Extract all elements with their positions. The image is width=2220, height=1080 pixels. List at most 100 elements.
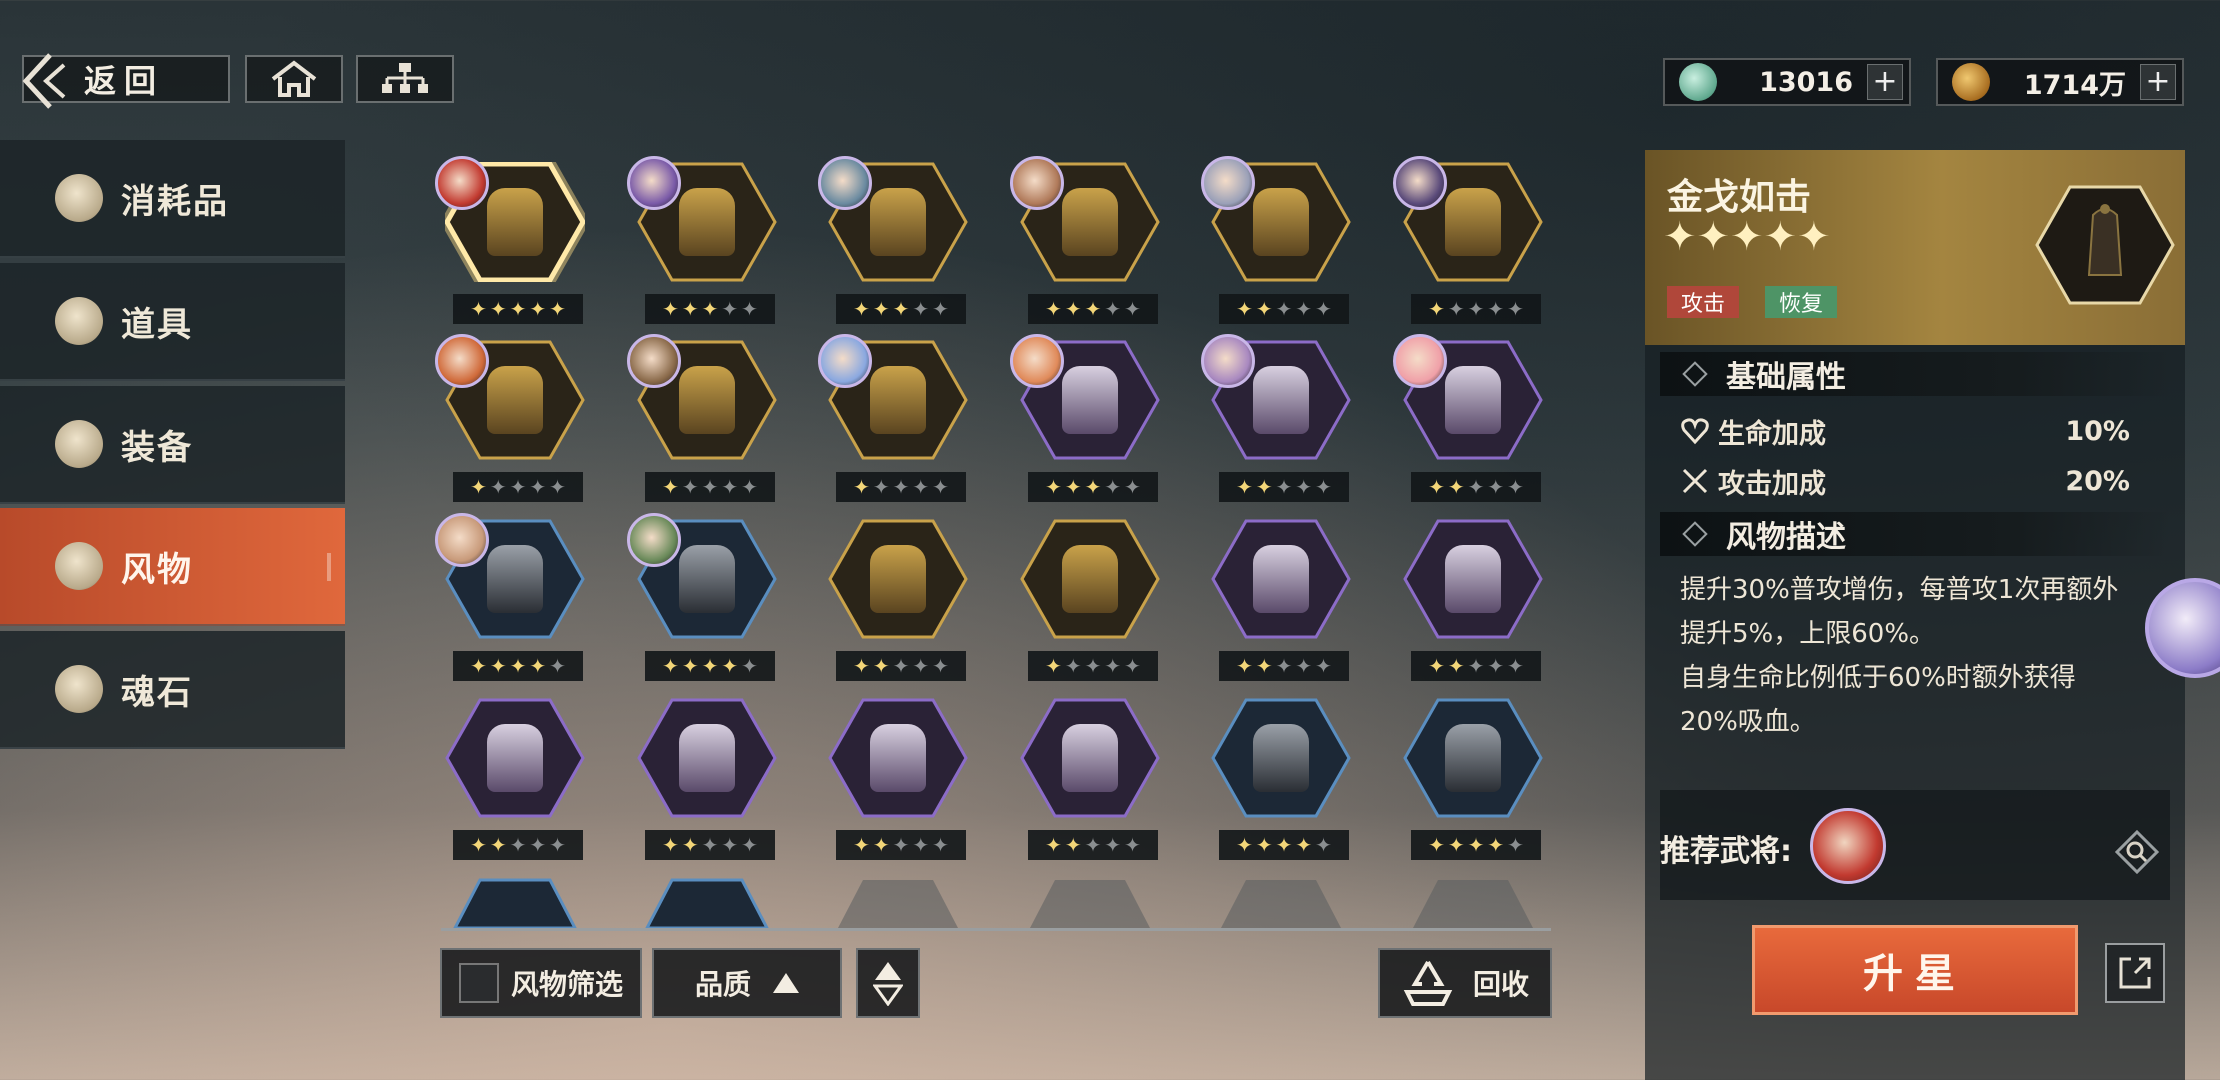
star-empty-icon: ✦ — [721, 297, 739, 321]
artifact-item[interactable]: ✦ ✦ ✦ ✦ ✦ — [627, 156, 777, 324]
star-filled-icon: ✦ — [701, 297, 719, 321]
artifact-item[interactable]: ✦ ✦ ✦ ✦ ✦ — [828, 698, 968, 860]
star-empty-icon: ✦ — [701, 833, 719, 857]
crossed-swords-icon — [1682, 468, 1708, 494]
artifact-item[interactable]: ✦ ✦ ✦ ✦ ✦ — [1211, 519, 1351, 681]
artifact-item[interactable]: ✦ ✦ ✦ ✦ ✦ — [818, 334, 968, 502]
search-icon[interactable] — [2115, 830, 2159, 874]
star-empty-icon: ✦ — [1315, 654, 1332, 678]
share-button[interactable] — [2105, 943, 2165, 1003]
artifact-item[interactable]: ✦ ✦ ✦ ✦ ✦ — [627, 334, 777, 502]
artifact-item-partial[interactable] — [637, 878, 777, 930]
sidebar-item-props[interactable]: 道具 — [0, 263, 345, 381]
star-empty-icon: ✦ — [1315, 297, 1332, 321]
artifact-item[interactable]: ✦ ✦ ✦ ✦ ✦ — [445, 698, 585, 860]
star-empty-icon: ✦ — [741, 475, 758, 499]
star-empty-icon: ✦ — [509, 475, 527, 499]
add-jade-button[interactable]: + — [1867, 64, 1903, 100]
filter-checkbox[interactable] — [458, 963, 499, 1003]
heart-icon — [1681, 418, 1709, 445]
star-empty-icon: ✦ — [1487, 654, 1505, 678]
artifact-item[interactable]: ✦ ✦ ✦ ✦ ✦ — [818, 156, 968, 324]
recommended-general-avatar[interactable] — [1810, 808, 1886, 884]
star-empty-icon: ✦ — [912, 833, 930, 857]
home-button[interactable] — [245, 55, 343, 103]
star-filled-icon: ✦ — [1084, 297, 1102, 321]
jade-amount: 13016 — [1759, 66, 1853, 98]
artifact-item-partial[interactable] — [828, 878, 968, 928]
artifact-item-partial[interactable] — [1403, 878, 1543, 928]
item-frame — [1413, 880, 1533, 928]
artifact-filter-button[interactable]: 风物筛选 — [440, 948, 642, 1018]
artifact-image — [679, 188, 735, 256]
artifact-image — [487, 545, 543, 613]
artifact-item[interactable]: ✦ ✦ ✦ ✦ ✦ — [1393, 156, 1543, 324]
artifact-item[interactable]: ✦ ✦ ✦ ✦ ✦ — [1010, 334, 1160, 502]
item-frame — [644, 878, 770, 930]
star-filled-icon: ✦ — [701, 654, 719, 678]
hierarchy-button[interactable] — [356, 55, 454, 103]
star-empty-icon: ✦ — [1507, 833, 1524, 857]
artifact-item[interactable]: ✦ ✦ ✦ ✦ ✦ — [435, 513, 585, 681]
owner-avatar — [1201, 156, 1255, 210]
artifact-image — [679, 724, 735, 792]
artifact-image — [487, 366, 543, 434]
owner-avatar — [1010, 156, 1064, 210]
star-filled-icon: ✦ — [1295, 833, 1313, 857]
star-empty-icon: ✦ — [1275, 654, 1293, 678]
artifact-item[interactable]: ✦ ✦ ✦ ✦ ✦ — [1010, 156, 1160, 324]
item-frame — [838, 880, 958, 928]
jade-icon — [1679, 63, 1717, 101]
star-filled-icon: ✦ — [872, 297, 890, 321]
sort-order-toggle[interactable] — [856, 948, 920, 1018]
sidebar-item-consumables[interactable]: 消耗品 — [0, 140, 345, 258]
diamond-icon — [1682, 521, 1708, 547]
artifact-item[interactable]: ✦ ✦ ✦ ✦ ✦ — [1403, 519, 1543, 681]
star-rating: ✦ ✦ ✦ ✦ ✦ — [1028, 472, 1158, 502]
item-name: 金戈如击 — [1667, 177, 1812, 218]
artifact-item[interactable]: ✦ ✦ ✦ ✦ ✦ — [1020, 698, 1160, 860]
star-empty-icon: ✦ — [932, 475, 949, 499]
recommend-label: 推荐武将: — [1660, 834, 1792, 869]
sidebar-item-soulstones[interactable]: 魂石 — [0, 631, 345, 749]
star-rating: ✦ ✦ ✦ ✦ ✦ — [453, 651, 583, 681]
star-filled-icon: ✦ — [1236, 654, 1253, 678]
star-rating: ✦ ✦ ✦ ✦ ✦ — [453, 472, 583, 502]
star-filled-icon: ✦ — [1467, 833, 1485, 857]
recycle-button[interactable]: 回收 — [1378, 948, 1552, 1018]
star-filled-icon: ✦ — [1045, 475, 1062, 499]
sidebar-item-artifacts[interactable]: 风物 — [0, 508, 345, 626]
star-filled-icon: ✦ — [1255, 475, 1273, 499]
artifact-item[interactable]: ✦ ✦ ✦ ✦ ✦ — [1201, 156, 1351, 324]
artifact-item-partial[interactable] — [1020, 878, 1160, 928]
sort-quality-button[interactable]: 品质 — [652, 948, 842, 1018]
artifact-item[interactable]: ✦ ✦ ✦ ✦ ✦ — [828, 519, 968, 681]
back-button[interactable]: 返回 — [22, 53, 230, 109]
artifact-item[interactable]: ✦ ✦ ✦ ✦ ✦ — [1403, 698, 1543, 860]
star-empty-icon: ✦ — [1467, 654, 1485, 678]
star-filled-icon: ✦ — [529, 297, 547, 321]
artifact-item-partial[interactable] — [1211, 878, 1351, 928]
star-rating: ✦ ✦ ✦ ✦ ✦ — [1028, 294, 1158, 324]
artifact-item[interactable]: ✦ ✦ ✦ ✦ ✦ — [637, 698, 777, 860]
sidebar-item-equipment[interactable]: 装备 — [0, 386, 345, 504]
selected-item-icon — [2035, 185, 2175, 305]
star-empty-icon: ✦ — [701, 475, 719, 499]
star-rating: ✦ ✦ ✦ ✦ ✦ — [1219, 294, 1349, 324]
artifact-item[interactable]: ✦ ✦ ✦ ✦ ✦ — [1393, 334, 1543, 502]
star-empty-icon: ✦ — [892, 475, 910, 499]
star-filled-icon: ✦ — [1236, 297, 1253, 321]
artifact-item[interactable]: ✦ ✦ ✦ ✦ ✦ — [435, 334, 585, 502]
add-coin-button[interactable]: + — [2140, 64, 2176, 100]
star-filled-icon: ✦ — [1447, 475, 1465, 499]
stat-name: 攻击加成 — [1718, 468, 1826, 500]
star-empty-icon: ✦ — [1507, 654, 1524, 678]
artifact-item-partial[interactable] — [445, 878, 585, 930]
artifact-item[interactable]: ✦ ✦ ✦ ✦ ✦ — [627, 513, 777, 681]
artifact-item[interactable]: ✦ ✦ ✦ ✦ ✦ — [1020, 519, 1160, 681]
upgrade-star-button[interactable]: 升星 — [1752, 925, 2078, 1015]
artifact-item[interactable]: ✦ ✦ ✦ ✦ ✦ — [1211, 698, 1351, 860]
star-rating: ✦ ✦ ✦ ✦ ✦ — [453, 830, 583, 860]
artifact-item[interactable]: ✦ ✦ ✦ ✦ ✦ — [435, 156, 585, 324]
artifact-item[interactable]: ✦ ✦ ✦ ✦ ✦ — [1201, 334, 1351, 502]
